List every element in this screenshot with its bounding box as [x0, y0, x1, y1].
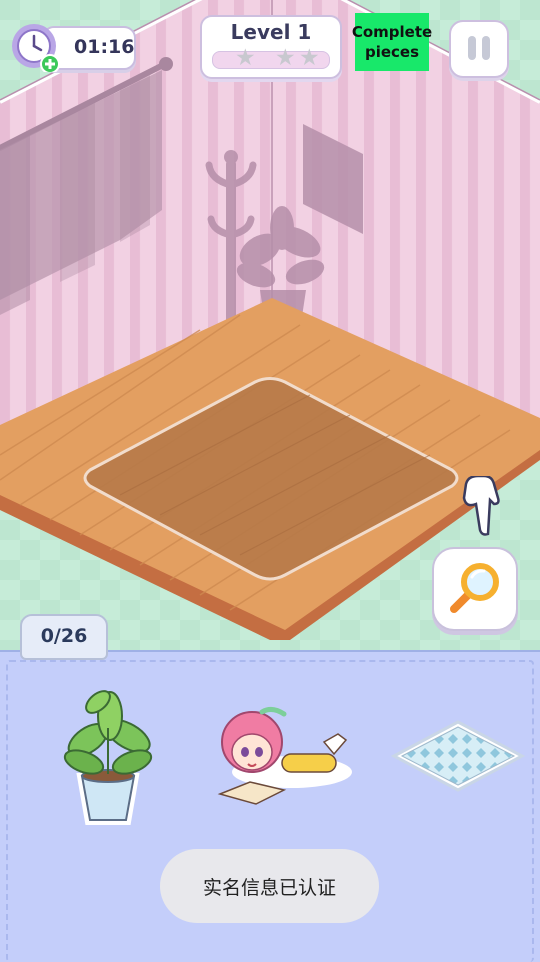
star-icon: ★ — [275, 45, 296, 71]
clock-icon[interactable] — [10, 22, 60, 74]
piece-potted-plant[interactable] — [58, 688, 158, 828]
piece-patterned-rug[interactable] — [390, 718, 526, 794]
complete-pieces-button[interactable]: Complete pieces — [351, 13, 433, 71]
complete-pieces-line1: Complete — [351, 23, 433, 41]
pause-button[interactable] — [449, 20, 509, 78]
star-icon: ★ — [235, 45, 256, 71]
pieces-counter-text: 0/26 — [40, 625, 88, 647]
pause-icon — [468, 36, 476, 60]
hint-magnifier-button[interactable] — [432, 547, 518, 631]
level-label: Level 1 — [230, 20, 312, 44]
timer-text: 01:16 — [74, 36, 135, 58]
pointer-hand-icon — [460, 474, 500, 538]
piece-reading-girl[interactable] — [212, 702, 354, 812]
pieces-counter: 0/26 — [20, 614, 108, 660]
level-progress-bar: ★ ★ ★ — [212, 47, 330, 70]
toast-notification: 实名信息已认证 — [160, 849, 379, 923]
star-icon: ★ — [299, 45, 320, 71]
magnifier-icon — [450, 563, 499, 613]
add-time-icon — [40, 54, 60, 74]
level-indicator: Level 1 ★ ★ ★ — [200, 15, 342, 79]
complete-pieces-line2: pieces — [364, 43, 420, 61]
pause-icon — [482, 36, 490, 60]
